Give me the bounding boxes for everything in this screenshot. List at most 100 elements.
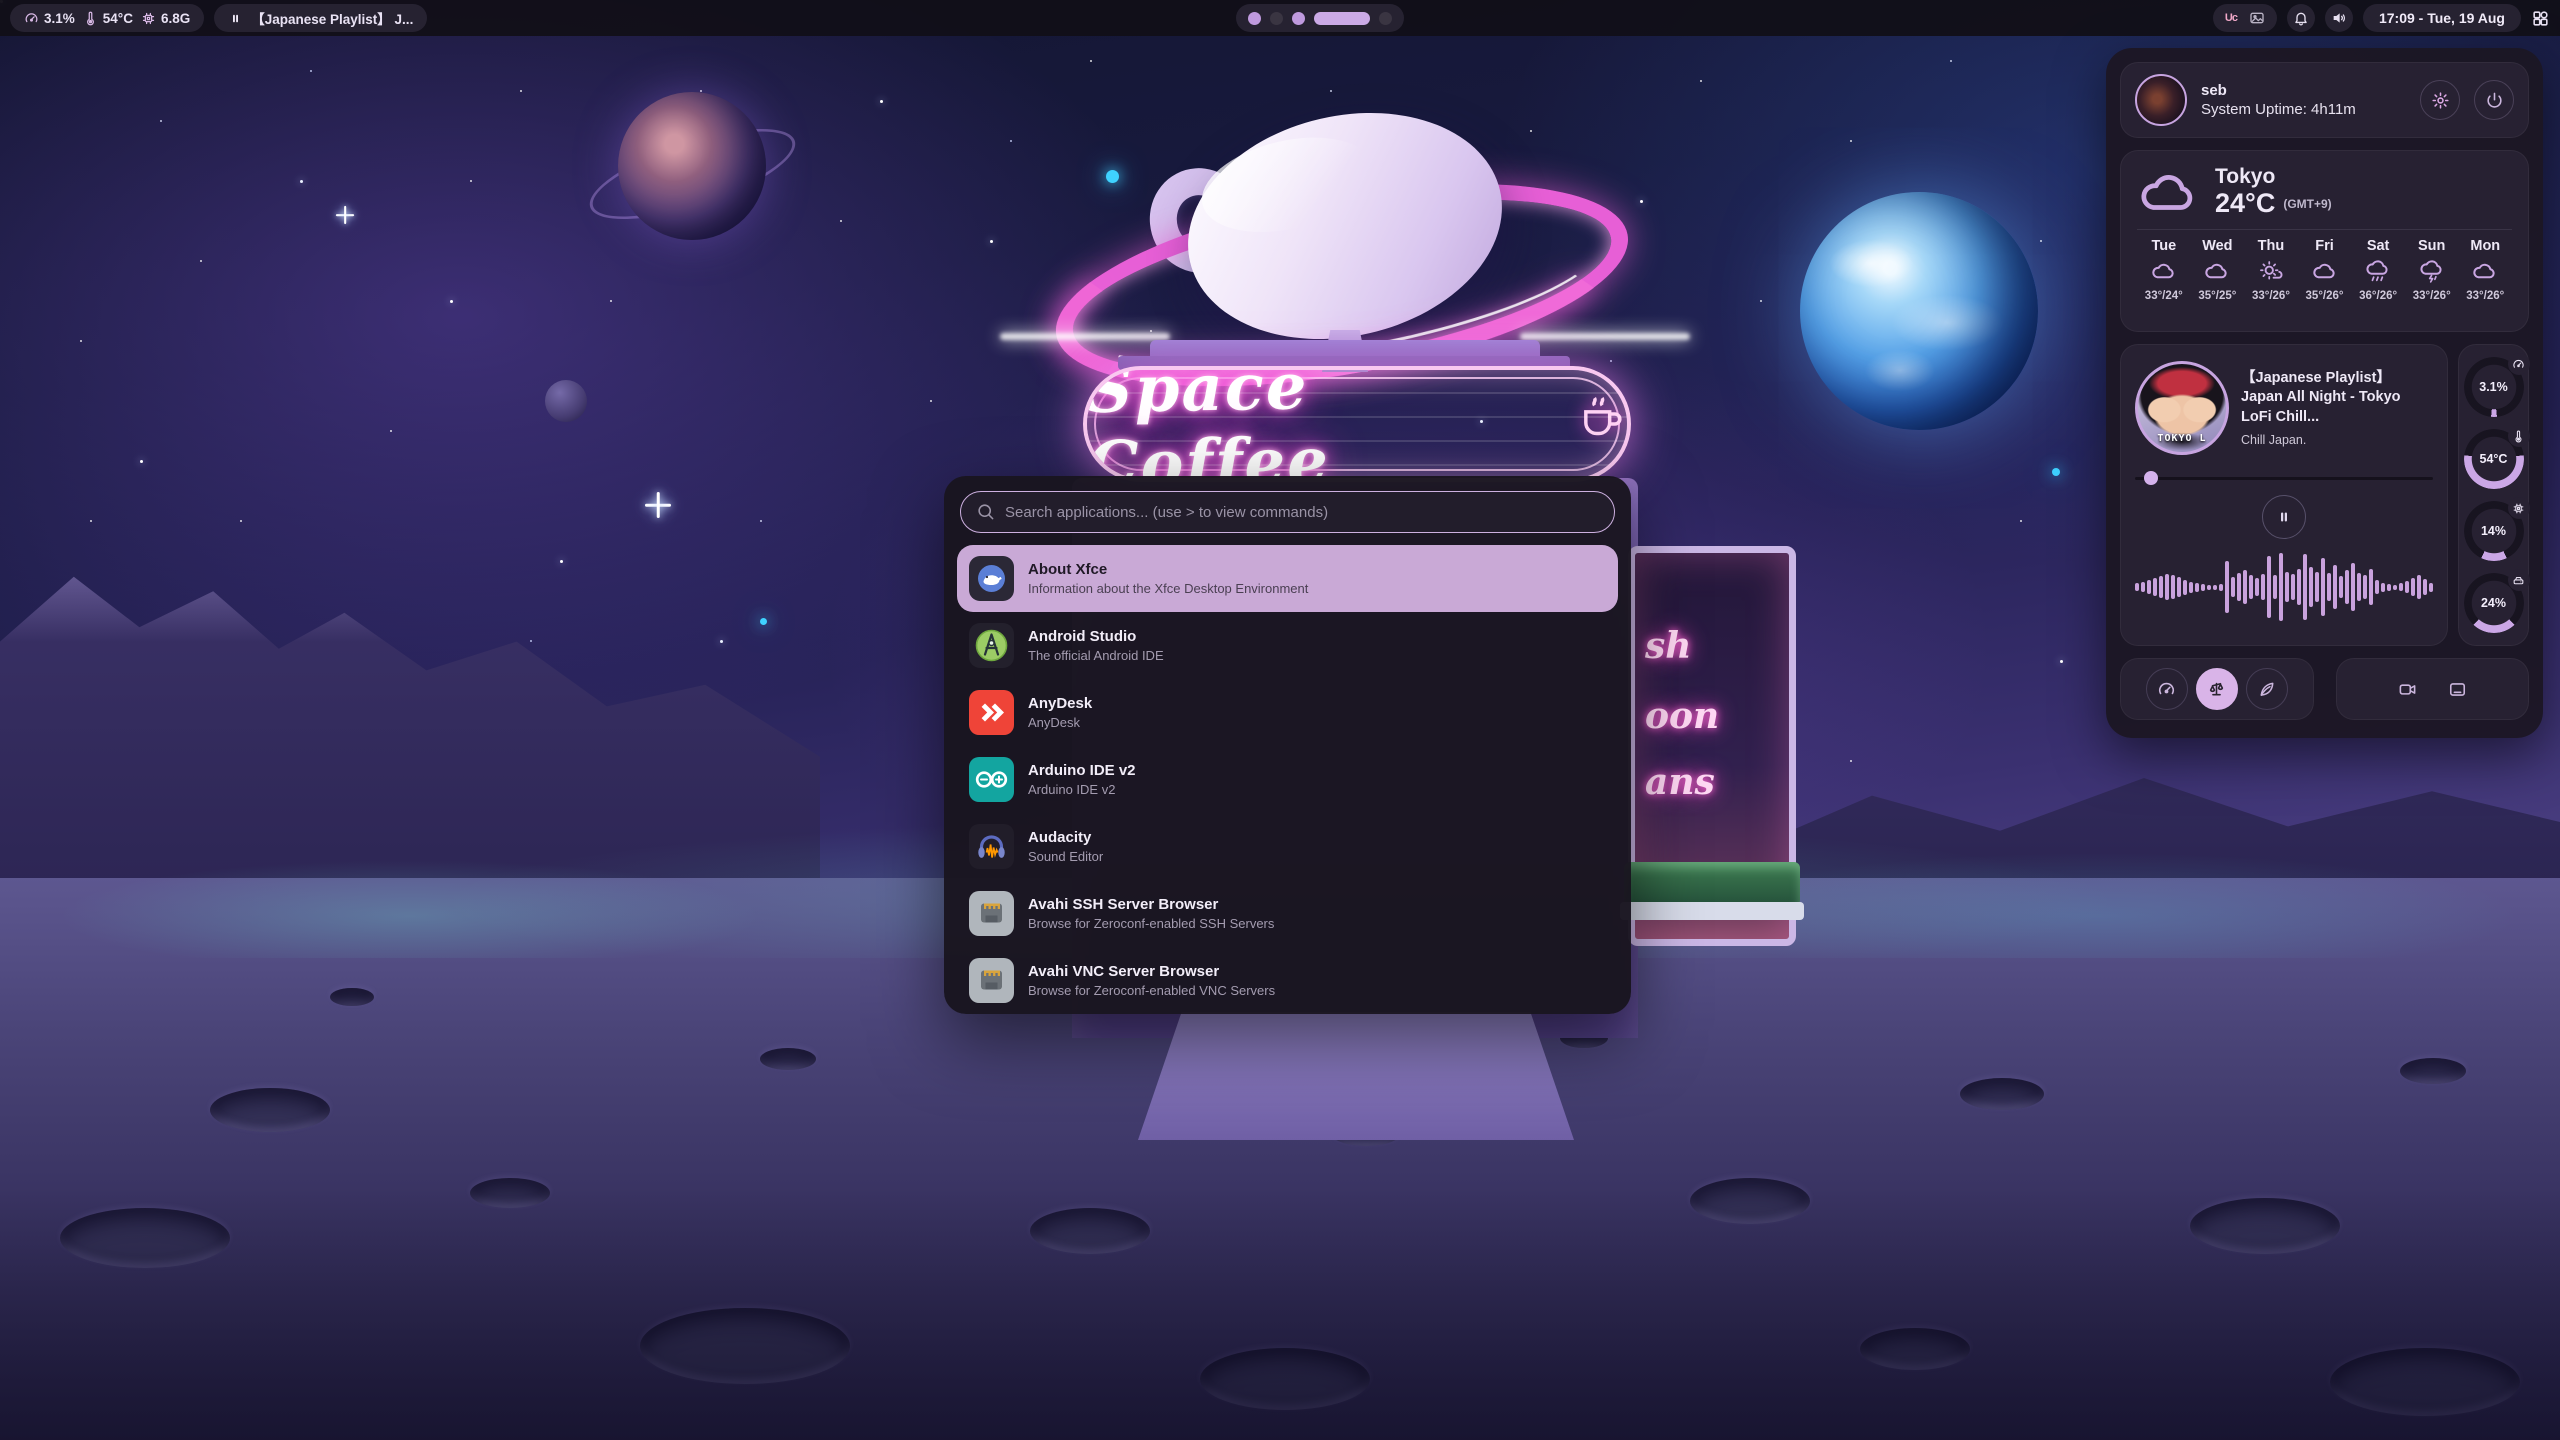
app-title: Android Studio bbox=[1028, 626, 1164, 648]
capture-buttons-card bbox=[2336, 658, 2530, 720]
gauge-speedometer: 3.1% bbox=[2464, 357, 2524, 417]
arduino-app-icon bbox=[969, 757, 1014, 802]
temp-value: 54°C bbox=[103, 11, 133, 26]
launcher-app-arduino-ide-v2[interactable]: Arduino IDE v2 Arduino IDE v2 bbox=[957, 746, 1618, 813]
search-input[interactable] bbox=[960, 491, 1615, 533]
workspace-dot-2[interactable] bbox=[1270, 12, 1283, 25]
avatar[interactable] bbox=[2135, 74, 2187, 126]
chip-icon bbox=[141, 11, 156, 26]
power-button[interactable] bbox=[2474, 80, 2514, 120]
cloud-icon bbox=[2311, 259, 2339, 285]
volume-button[interactable] bbox=[2325, 4, 2353, 32]
launcher-app-android-studio[interactable]: Android Studio The official Android IDE bbox=[957, 612, 1618, 679]
speaker-icon bbox=[2331, 10, 2347, 26]
sidebar-panel: seb System Uptime: 4h11m Tokyo 24°C (GMT… bbox=[2106, 48, 2543, 738]
launcher-app-avahi-ssh-server-browser[interactable]: Avahi SSH Server Browser Browse for Zero… bbox=[957, 880, 1618, 947]
track-subtitle: Chill Japan. bbox=[2241, 433, 2433, 447]
app-title: Avahi VNC Server Browser bbox=[1028, 961, 1275, 983]
forecast-temps: 33°/26° bbox=[2252, 290, 2290, 302]
track-progress[interactable] bbox=[2135, 471, 2433, 485]
neon-sign-text: Space Coffee bbox=[1086, 366, 1563, 482]
forecast-day-tue: Tue 33°/24° bbox=[2137, 238, 2191, 302]
powersave-mode-button[interactable] bbox=[2246, 668, 2288, 710]
system-tray[interactable]: Uc bbox=[2213, 4, 2277, 32]
app-description: Information about the Xfce Desktop Envir… bbox=[1028, 581, 1308, 598]
speedometer-icon bbox=[2157, 680, 2176, 699]
cafe-walkway bbox=[1138, 1012, 1574, 1140]
launcher-app-audacity[interactable]: Audacity Sound Editor bbox=[957, 813, 1618, 880]
username: seb bbox=[2201, 82, 2406, 99]
forecast-temps: 33°/26° bbox=[2466, 290, 2504, 302]
launcher-app-avahi-vnc-server-browser[interactable]: Avahi VNC Server Browser Browse for Zero… bbox=[957, 947, 1618, 1014]
app-description: The official Android IDE bbox=[1028, 648, 1164, 665]
audacity-app-icon bbox=[969, 824, 1014, 869]
screenshot-button[interactable] bbox=[2436, 668, 2478, 710]
forecast-day-label: Sun bbox=[2418, 238, 2445, 254]
app-list: About Xfce Information about the Xfce De… bbox=[957, 545, 1618, 1014]
uptime-label: System Uptime: 4h11m bbox=[2201, 101, 2406, 118]
workspace-dot-1[interactable] bbox=[1248, 12, 1261, 25]
screen-record-button[interactable] bbox=[2386, 668, 2428, 710]
notifications-button[interactable] bbox=[2287, 4, 2315, 32]
temp-stat: 54°C bbox=[83, 11, 133, 26]
app-description: AnyDesk bbox=[1028, 715, 1092, 732]
window-sign-fragment: sh bbox=[1645, 625, 1691, 667]
progress-handle[interactable] bbox=[2144, 471, 2158, 485]
forecast-day-wed: Wed 35°/25° bbox=[2191, 238, 2245, 302]
neon-coffee-cup-icon bbox=[1575, 388, 1627, 445]
image-tray-icon[interactable] bbox=[2249, 10, 2265, 26]
forecast-day-fri: Fri 35°/26° bbox=[2298, 238, 2352, 302]
leaf-icon bbox=[2257, 680, 2276, 699]
tray-app-icon[interactable]: Uc bbox=[2225, 12, 2237, 24]
pause-icon bbox=[228, 11, 243, 26]
app-title: AnyDesk bbox=[1028, 693, 1092, 715]
performance-mode-button[interactable] bbox=[2146, 668, 2188, 710]
forecast-day-label: Wed bbox=[2202, 238, 2232, 254]
play-pause-button[interactable] bbox=[2262, 495, 2306, 539]
workspace-dot-4[interactable] bbox=[1314, 12, 1370, 25]
launcher-app-anydesk[interactable]: AnyDesk AnyDesk bbox=[957, 679, 1618, 746]
grid-icon bbox=[2531, 9, 2550, 28]
workspace-dot-5[interactable] bbox=[1379, 12, 1392, 25]
app-description: Browse for Zeroconf-enabled VNC Servers bbox=[1028, 983, 1275, 1000]
app-description: Sound Editor bbox=[1028, 849, 1103, 866]
cloud-icon bbox=[2150, 259, 2178, 285]
avahi-app-icon bbox=[969, 891, 1014, 936]
system-stats-pill[interactable]: 3.1% 54°C 6.8G bbox=[10, 4, 204, 32]
clock[interactable]: 17:09 - Tue, 19 Aug bbox=[2363, 4, 2521, 32]
storefront-plants bbox=[1624, 862, 1800, 906]
forecast-temps: 33°/26° bbox=[2413, 290, 2451, 302]
speedometer-icon bbox=[2508, 353, 2530, 375]
storm-icon bbox=[2418, 259, 2446, 285]
video-camera-icon bbox=[2398, 680, 2417, 699]
forecast-day-sat: Sat 36°/26° bbox=[2351, 238, 2405, 302]
speedometer-icon bbox=[24, 11, 39, 26]
workspace-dot-3[interactable] bbox=[1292, 12, 1305, 25]
memory-stat: 6.8G bbox=[141, 11, 190, 26]
gauge-thermometer: 54°C bbox=[2464, 429, 2524, 489]
forecast-day-label: Fri bbox=[2315, 238, 2334, 254]
app-title: Avahi SSH Server Browser bbox=[1028, 894, 1274, 916]
chip-icon bbox=[2508, 497, 2530, 519]
gauge-disk: 24% bbox=[2464, 573, 2524, 633]
now-playing-label: 【Japanese Playlist】 J... bbox=[251, 8, 413, 28]
gear-icon bbox=[2431, 91, 2450, 110]
album-art-text: TOKYO L bbox=[2138, 433, 2226, 444]
album-art[interactable]: TOKYO L bbox=[2135, 361, 2229, 455]
system-gauges: 3.1% 54°C 14% 24% bbox=[2458, 344, 2529, 646]
cloud-icon bbox=[2203, 259, 2231, 285]
settings-button[interactable] bbox=[2420, 80, 2460, 120]
user-card: seb System Uptime: 4h11m bbox=[2120, 62, 2529, 138]
weather-timezone: (GMT+9) bbox=[2283, 197, 2331, 211]
roof-light bbox=[1520, 333, 1690, 340]
balanced-mode-button[interactable] bbox=[2196, 668, 2238, 710]
app-grid-button[interactable] bbox=[2531, 9, 2550, 28]
workspace-indicator[interactable] bbox=[1236, 4, 1404, 32]
launcher-app-about-xfce[interactable]: About Xfce Information about the Xfce De… bbox=[957, 545, 1618, 612]
now-playing-pill[interactable]: 【Japanese Playlist】 J... bbox=[214, 4, 427, 32]
forecast-day-sun: Sun 33°/26° bbox=[2405, 238, 2459, 302]
roof-light bbox=[1000, 333, 1170, 340]
thermometer-icon bbox=[2508, 425, 2530, 447]
forecast-temps: 36°/26° bbox=[2359, 290, 2397, 302]
audio-waveform bbox=[2135, 541, 2433, 633]
